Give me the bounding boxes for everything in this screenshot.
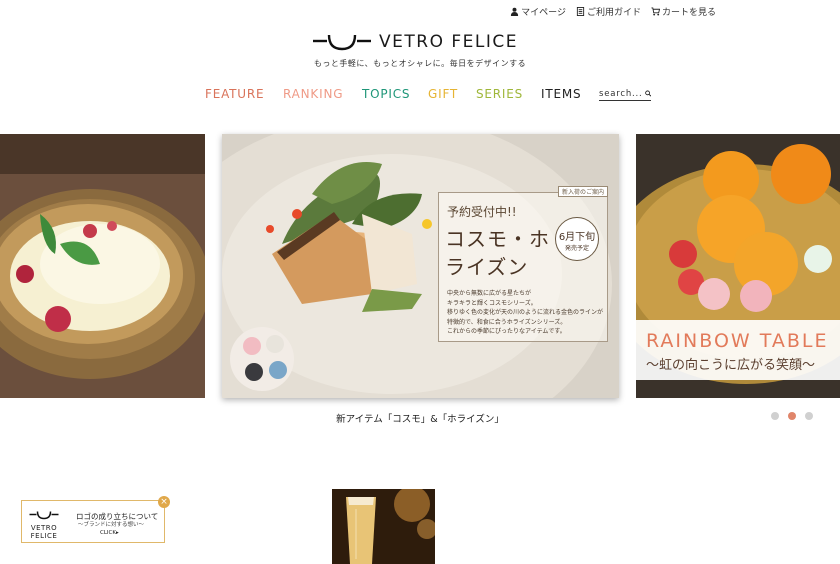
new-arrival-tag: 新入荷のご案内 [557,186,608,197]
mypage-link[interactable]: マイページ [510,5,566,18]
dessert-bowl-image [0,134,205,398]
feature-thumbnail[interactable] [332,489,435,564]
main-nav: FEATURE RANKING TOPICS GIFT SERIES ITEMS… [205,87,651,101]
cart-link[interactable]: カートを見る [651,5,716,18]
carousel-dot-3[interactable] [805,412,813,420]
carousel-dot-2[interactable] [788,412,796,420]
promo-box: 新入荷のご案内 予約受付中!! コスモ・ホライズン 6月下旬 発売予定 中央から… [438,186,608,342]
close-icon[interactable]: × [158,496,170,508]
nav-series[interactable]: SERIES [476,87,541,101]
nav-gift[interactable]: GIFT [428,87,476,101]
brand-name: VETRO FELICE [379,32,518,52]
banner-logo: VETRO FELICE [27,505,61,540]
banner-logo-line1: VETRO [30,524,58,532]
promo-description: 中央から無数に広がる星たちが キラキラと輝くコスモシリーズ。 移りゆく色の変化が… [447,290,604,335]
mypage-label: マイページ [521,8,566,18]
guide-link[interactable]: ご利用ガイド [576,5,641,18]
carousel-caption[interactable]: 新アイテム「コスモ」&「ホライズン」 [0,411,840,425]
nav-topics[interactable]: TOPICS [362,87,428,101]
logo-story-banner[interactable]: VETRO FELICE ロゴの成り立ちについて 〜ブランドに対する想い〜 CL… [21,496,170,543]
rainbow-title: RAINBOW TABLE [646,330,829,352]
promo-subtitle: 予約受付中!! [447,205,517,219]
search-input[interactable]: search... [599,87,651,101]
champagne-image [332,489,435,564]
guide-icon [576,7,585,16]
rainbow-subtitle: 〜虹の向こうに広がる笑顔〜 [646,358,816,373]
carousel-slide-active[interactable]: 新入荷のご案内 予約受付中!! コスモ・ホライズン 6月下旬 発売予定 中央から… [222,134,619,398]
search-icon[interactable] [644,88,651,99]
carousel-slide-next[interactable]: RAINBOW TABLE 〜虹の向こうに広がる笑顔〜 [636,134,840,398]
rainbow-panel: RAINBOW TABLE 〜虹の向こうに広がる笑顔〜 [636,320,840,380]
release-note: 発売予定 [564,245,589,252]
banner-cta[interactable]: CLICK▸ [100,530,119,536]
release-date: 6月下旬 [558,232,596,243]
guide-label: ご利用ガイド [586,8,641,18]
logo-mark-icon [29,511,59,520]
brand-logo[interactable]: VETRO FELICE [313,32,518,52]
promo-title: コスモ・ホライズン [445,227,550,279]
carousel-dot-1[interactable] [771,412,779,420]
nav-items[interactable]: ITEMS [541,87,599,101]
tagline: もっと手軽に、もっとオシャレに。毎日をデザインする [313,59,527,68]
nav-ranking[interactable]: RANKING [283,87,362,101]
banner-logo-line2: FELICE [30,532,58,540]
release-date-badge: 6月下旬 発売予定 [555,217,599,261]
search-placeholder: search... [599,88,643,99]
carousel-dots [771,412,813,420]
utility-links: マイページ ご利用ガイド カートを見る [510,5,716,18]
nav-feature[interactable]: FEATURE [205,87,283,101]
cart-icon [651,7,660,16]
carousel-slide-prev[interactable] [0,134,205,398]
user-icon [511,7,519,16]
logo-mark-icon [313,34,371,51]
banner-subtitle: 〜ブランドに対する想い〜 [78,522,145,528]
cart-label: カートを見る [661,8,716,18]
